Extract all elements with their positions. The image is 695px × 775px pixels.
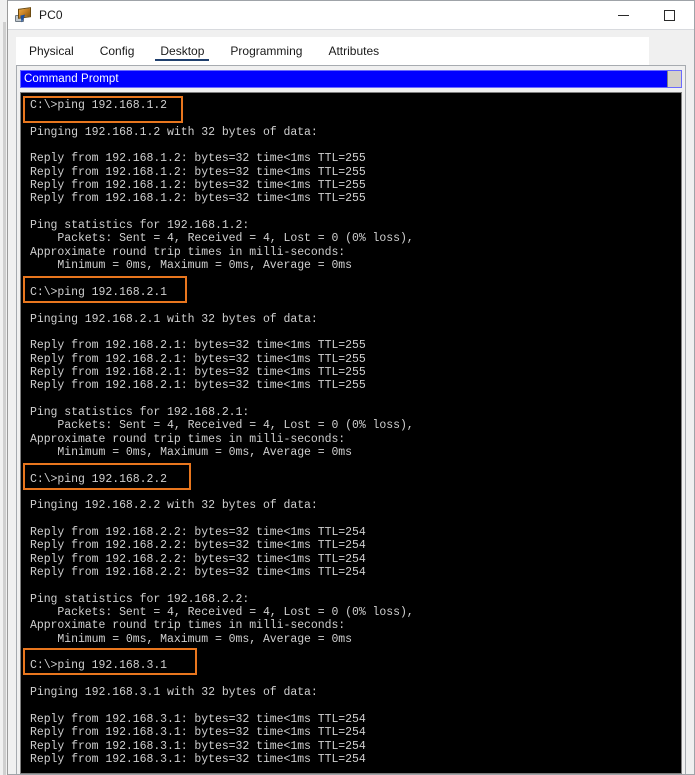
terminal-line: Packets: Sent = 4, Received = 4, Lost = … (30, 606, 414, 620)
terminal-line: Packets: Sent = 4, Received = 4, Lost = … (30, 232, 414, 246)
tab-physical[interactable]: Physical (16, 37, 87, 64)
terminal-line: Ping statistics for 192.168.2.1: (30, 405, 250, 419)
terminal-line: Ping statistics for 192.168.2.2: (30, 592, 250, 606)
terminal-line: Reply from 192.168.2.1: bytes=32 time<1m… (30, 352, 366, 366)
terminal-line: Pinging 192.168.2.1 with 32 bytes of dat… (30, 312, 318, 326)
terminal-line: Pinging 192.168.1.2 with 32 bytes of dat… (30, 125, 318, 139)
terminal-frame: C:\>ping 192.168.1.2 Pinging 192.168.1.2… (20, 92, 682, 774)
terminal-line: Pinging 192.168.3.1 with 32 bytes of dat… (30, 686, 318, 700)
terminal-line: Reply from 192.168.3.1: bytes=32 time<1m… (30, 712, 366, 726)
tab-physical-label: Physical (29, 43, 74, 58)
terminal-line: Minimum = 0ms, Maximum = 0ms, Average = … (30, 632, 353, 646)
terminal-line: Minimum = 0ms, Maximum = 0ms, Average = … (30, 445, 353, 459)
window-controls (600, 1, 692, 29)
tab-programming[interactable]: Programming (217, 37, 315, 64)
terminal-line: Reply from 192.168.3.1: bytes=32 time<1m… (30, 752, 366, 766)
window-title: PC0 (39, 8, 63, 22)
tab-config-label: Config (99, 43, 135, 58)
terminal-line: Reply from 192.168.2.1: bytes=32 time<1m… (30, 365, 366, 379)
command-prompt-resize-grip[interactable] (667, 71, 681, 87)
terminal-line: Reply from 192.168.2.1: bytes=32 time<1m… (30, 379, 366, 393)
terminal-line: Reply from 192.168.1.2: bytes=32 time<1m… (30, 179, 366, 193)
terminal-line: Reply from 192.168.3.1: bytes=32 time<1m… (30, 726, 366, 740)
terminal-line: C:\>ping 192.168.2.1 (30, 285, 168, 299)
packet-tracer-pc-icon (14, 6, 32, 24)
terminal-line: C:\>ping 192.168.3.1 (30, 659, 168, 673)
device-tabs: Physical Config Desktop Programming Attr… (16, 37, 649, 65)
terminal-line: Ping statistics for 192.168.1.2: (30, 219, 250, 233)
terminal-line: Pinging 192.168.2.2 with 32 bytes of dat… (30, 499, 318, 513)
terminal-line: Reply from 192.168.2.2: bytes=32 time<1m… (30, 526, 366, 539)
command-prompt-title: Command Prompt (24, 73, 119, 85)
terminal-line: Packets: Sent = 4, Received = 4, Lost = … (30, 419, 414, 433)
minimize-icon (617, 14, 629, 16)
tab-attributes-label: Attributes (328, 43, 380, 58)
terminal-line: C:\>ping 192.168.1.2 (30, 99, 168, 112)
terminal-line: Reply from 192.168.1.2: bytes=32 time<1m… (30, 152, 366, 166)
terminal-line: Reply from 192.168.2.1: bytes=32 time<1m… (30, 339, 366, 353)
tab-attributes[interactable]: Attributes (315, 37, 392, 64)
terminal-line: Reply from 192.168.2.2: bytes=32 time<1m… (30, 566, 366, 580)
terminal-line: Minimum = 0ms, Maximum = 0ms, Average = … (30, 259, 353, 273)
terminal-line: C:\>ping 192.168.2.2 (30, 472, 168, 486)
terminal-line: Approximate round trip times in milli-se… (30, 245, 346, 259)
terminal-output[interactable]: C:\>ping 192.168.1.2 Pinging 192.168.1.2… (21, 93, 678, 773)
terminal-line: Reply from 192.168.2.2: bytes=32 time<1m… (30, 539, 366, 553)
maximize-button[interactable] (646, 2, 692, 28)
window-body: Physical Config Desktop Programming Attr… (8, 30, 694, 774)
terminal-line: Reply from 192.168.2.2: bytes=32 time<1m… (30, 552, 366, 566)
window-titlebar[interactable]: PC0 (8, 1, 694, 30)
terminal-line: Reply from 192.168.1.2: bytes=32 time<1m… (30, 165, 366, 179)
terminal-line: Approximate round trip times in milli-se… (30, 619, 346, 633)
screen-root: PC0 Physical Config Desktop Programming … (0, 0, 695, 775)
terminal-line: Reply from 192.168.3.1: bytes=32 time<1m… (30, 739, 366, 753)
maximize-icon (663, 9, 675, 21)
terminal-scrollbar[interactable] (678, 93, 681, 773)
background-window-scrollbar[interactable] (3, 22, 6, 775)
background-window-edge[interactable] (0, 0, 8, 775)
command-prompt-titlebar[interactable]: Command Prompt (20, 70, 682, 88)
tab-config[interactable]: Config (87, 37, 148, 64)
desktop-content-panel: Command Prompt C:\>ping 192.168.1.2 Ping… (16, 65, 686, 774)
tab-desktop-label: Desktop (160, 43, 205, 58)
minimize-button[interactable] (600, 2, 646, 28)
pc0-window: PC0 Physical Config Desktop Programming … (8, 0, 695, 775)
tab-programming-label: Programming (230, 43, 303, 58)
terminal-line: Approximate round trip times in milli-se… (30, 432, 346, 446)
terminal-line: Reply from 192.168.1.2: bytes=32 time<1m… (30, 192, 366, 206)
tab-desktop[interactable]: Desktop (147, 37, 217, 64)
